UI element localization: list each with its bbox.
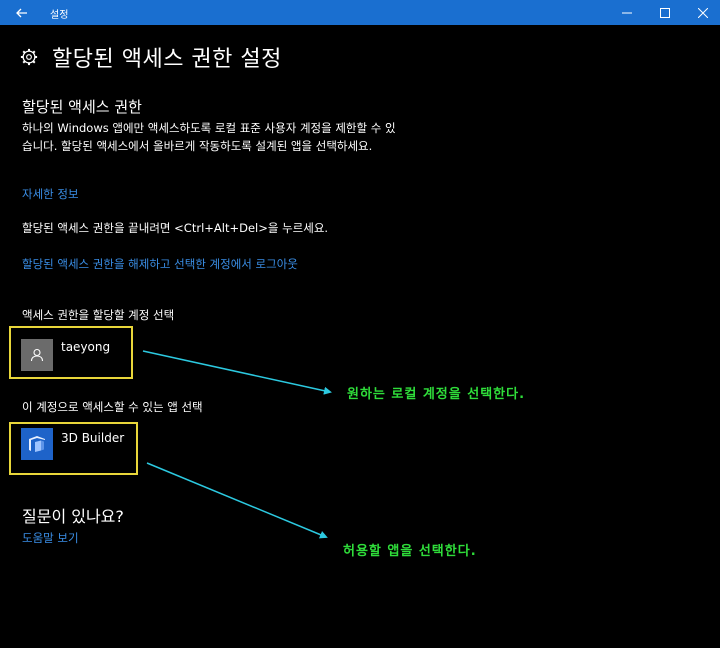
page-header: 할당된 액세스 권한 설정 <box>20 42 282 72</box>
app-annotation-arrow <box>146 462 328 539</box>
gear-icon <box>20 48 38 66</box>
window-title: 설정 <box>50 10 69 21</box>
choose-app-label: 이 계정으로 액세스할 수 있는 앱 선택 <box>22 400 203 414</box>
user-icon <box>30 348 44 362</box>
section-description: 하나의 Windows 앱에만 액세스하도록 로컬 표준 사용자 계정을 제한할… <box>22 121 396 153</box>
account-button[interactable] <box>21 339 53 371</box>
more-info-link[interactable]: 자세한 정보 <box>22 186 79 202</box>
back-button[interactable] <box>0 0 44 25</box>
close-icon <box>698 7 708 18</box>
title-bar: 설정 <box>0 0 720 25</box>
close-button[interactable] <box>680 0 720 25</box>
exit-hint: 할당된 액세스 권한을 끝내려면 <Ctrl+Alt+Del>을 누르세요. <box>22 221 329 235</box>
back-arrow-icon <box>16 8 27 17</box>
get-help-link[interactable]: 도움말 보기 <box>22 530 79 546</box>
maximize-icon <box>660 7 670 18</box>
section-title: 할당된 액세스 권한 <box>22 98 142 116</box>
page-title: 할당된 액세스 권한 설정 <box>52 47 282 72</box>
account-annotation-text: 원하는 로컬 계정을 선택한다. <box>347 387 526 402</box>
3d-builder-icon <box>29 436 45 452</box>
app-annotation-text: 허용할 앱을 선택한다. <box>343 544 477 559</box>
choose-account-label: 액세스 권한을 할당할 계정 선택 <box>22 308 175 322</box>
app-button[interactable] <box>21 428 53 460</box>
help-question: 질문이 있나요? <box>22 507 124 526</box>
sign-out-link[interactable]: 할당된 액세스 권한을 해제하고 선택한 계정에서 로그아웃 <box>22 256 298 272</box>
minimize-icon <box>622 12 632 13</box>
account-annotation-arrow <box>142 350 332 395</box>
app-name[interactable]: 3D Builder <box>61 431 124 445</box>
account-name[interactable]: taeyong <box>61 340 110 354</box>
